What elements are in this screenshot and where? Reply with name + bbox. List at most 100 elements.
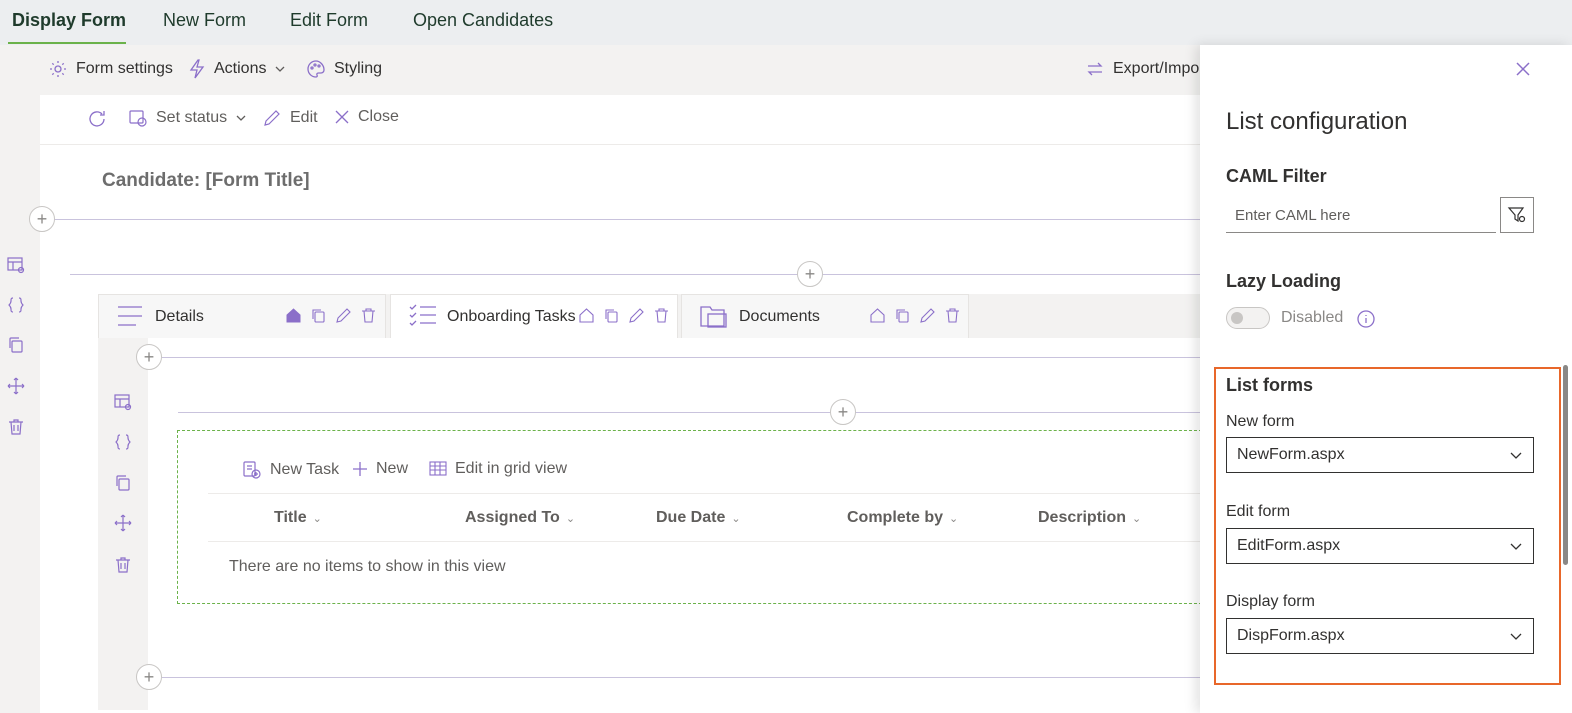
tab-onboarding-label: Onboarding Tasks [447,308,576,325]
close-icon [1512,58,1534,80]
chevron-down-icon: ⌄ [731,512,741,525]
actions-label: Actions [214,60,267,77]
chevron-down-icon: ⌄ [565,512,576,525]
home-icon[interactable] [869,307,886,324]
form-settings-button[interactable]: Form settings [48,59,173,79]
home-icon[interactable] [285,307,302,324]
set-status-button[interactable]: Set status [128,108,247,128]
tab-edit-form[interactable]: Edit Form [290,10,368,31]
trash-icon[interactable] [360,307,377,324]
section-divider [162,677,1200,678]
home-icon[interactable] [578,307,595,324]
add-row-button[interactable]: + [29,206,55,232]
close-button[interactable]: Close [334,108,399,126]
checklist-icon [409,303,437,327]
edit-grid-view-label: Edit in grid view [455,460,568,477]
pencil-icon[interactable] [919,307,936,324]
column-title-label: Title [274,509,307,526]
copy-icon[interactable] [113,473,133,493]
list-divider [208,493,1200,494]
tab-open-candidates[interactable]: Open Candidates [413,10,553,31]
trash-icon[interactable] [944,307,961,324]
move-icon[interactable] [113,513,133,533]
lightning-icon [188,59,206,79]
plus-icon [352,461,368,477]
copy-icon[interactable] [894,307,911,324]
lazy-loading-heading: Lazy Loading [1226,271,1342,291]
new-form-label: New form [1226,413,1295,430]
chevron-down-icon: ⌄ [1132,512,1142,525]
filter-icon [1507,205,1527,225]
code-braces-icon[interactable] [113,432,133,452]
tab-display-form[interactable]: Display Form [12,10,126,31]
swap-arrows-icon [1085,59,1105,79]
grid-settings-icon[interactable] [113,392,133,412]
move-icon[interactable] [6,376,26,396]
panel-title: List configuration [1226,108,1408,135]
status-icon [128,108,148,128]
caml-filter-input[interactable] [1226,198,1496,233]
styling-button[interactable]: Styling [306,59,382,79]
add-row-button[interactable]: + [136,344,162,370]
trash-icon[interactable] [6,417,26,437]
form-settings-label: Form settings [76,60,173,77]
display-form-dropdown[interactable]: DispForm.aspx [1226,618,1534,654]
panel-scrollbar[interactable] [1563,365,1568,565]
plus-icon: + [837,402,849,422]
tab-onboarding-tasks[interactable]: Onboarding Tasks [390,294,678,338]
column-header-title[interactable]: Title ⌄ [274,509,322,527]
gear-icon [48,59,68,79]
filter-settings-button[interactable] [1500,197,1534,233]
new-item-button[interactable]: New [352,460,408,478]
export-import-button[interactable]: Export/Impo [1085,59,1199,79]
copy-icon[interactable] [310,307,327,324]
column-header-due-date[interactable]: Due Date ⌄ [656,509,741,527]
section-divider [162,357,1200,358]
new-form-dropdown[interactable]: NewForm.aspx [1226,437,1534,473]
copy-icon[interactable] [6,335,26,355]
edit-form-label: Edit form [1226,503,1291,520]
plus-icon: + [143,667,155,687]
chevron-down-icon: ⌄ [949,512,959,525]
edit-label: Edit [290,109,318,126]
edit-form-dropdown[interactable]: EditForm.aspx [1226,528,1534,564]
chevron-down-icon [274,63,286,75]
chevron-down-icon [1509,629,1523,643]
tab-details[interactable]: Details [98,294,386,338]
pencil-icon[interactable] [335,307,352,324]
plus-icon: + [804,264,816,284]
trash-icon[interactable] [113,555,133,575]
add-row-button[interactable]: + [136,664,162,690]
lazy-loading-toggle[interactable] [1226,307,1270,329]
column-due-label: Due Date [656,509,726,526]
chevron-down-icon [1509,448,1523,462]
chevron-down-icon [1509,539,1523,553]
edit-button[interactable]: Edit [262,108,318,128]
copy-icon[interactable] [603,307,620,324]
tab-documents-label: Documents [739,308,820,325]
add-row-button[interactable]: + [830,399,856,425]
column-header-complete-by[interactable]: Complete by ⌄ [847,509,958,527]
column-header-description[interactable]: Description ⌄ [1038,509,1141,527]
refresh-button[interactable] [86,108,108,130]
pencil-icon[interactable] [628,307,645,324]
grid-settings-icon[interactable] [6,255,26,275]
new-task-button[interactable]: New Task [242,460,339,480]
column-header-assigned-to[interactable]: Assigned To ⌄ [465,509,575,527]
edit-grid-view-button[interactable]: Edit in grid view [429,460,567,478]
tab-documents[interactable]: Documents [681,294,969,338]
lines-icon [117,305,143,327]
info-icon[interactable] [1356,309,1376,329]
close-panel-button[interactable] [1512,58,1534,80]
form-command-bar: Set status Edit Close [40,95,1200,145]
list-forms-heading: List forms [1226,375,1314,395]
code-braces-icon[interactable] [6,295,26,315]
actions-button[interactable]: Actions [188,59,286,79]
edit-form-value: EditForm.aspx [1237,537,1341,554]
add-row-button[interactable]: + [797,261,823,287]
set-status-label: Set status [156,109,228,126]
new-task-icon [242,460,262,480]
pencil-icon [262,108,282,128]
tab-new-form[interactable]: New Form [163,10,246,31]
trash-icon[interactable] [653,307,670,324]
